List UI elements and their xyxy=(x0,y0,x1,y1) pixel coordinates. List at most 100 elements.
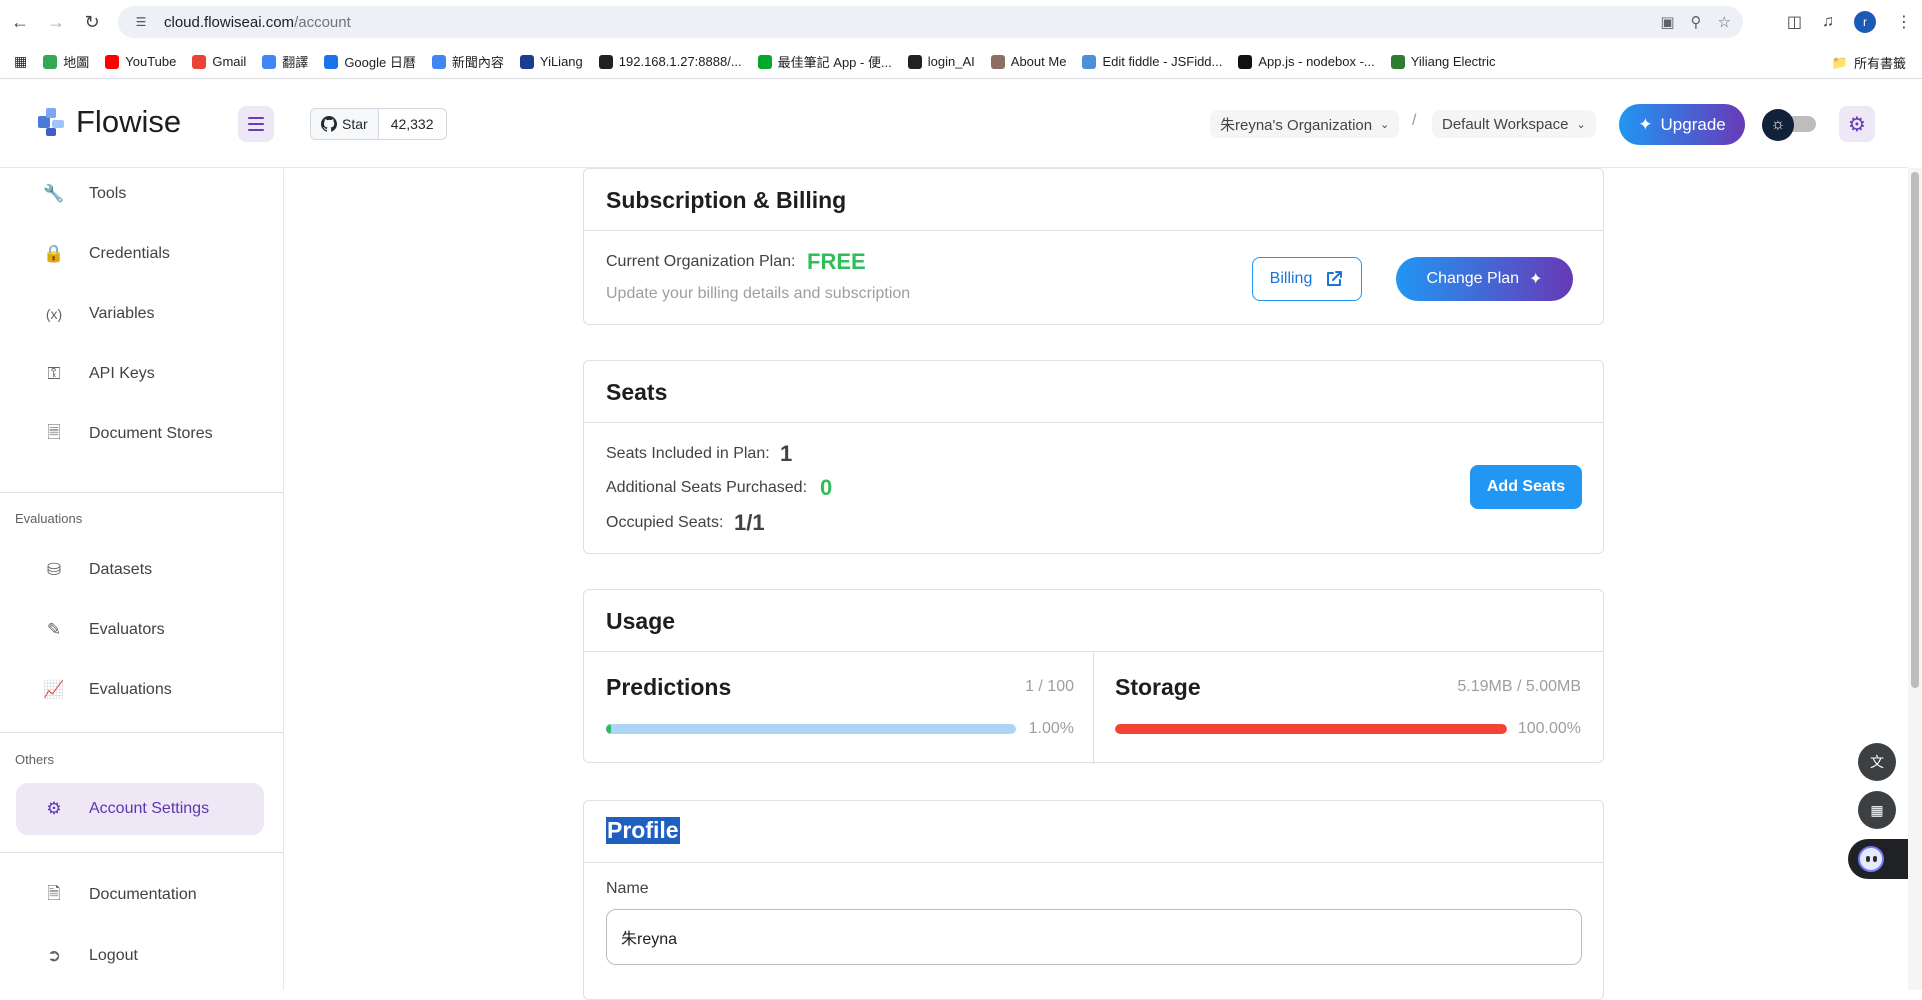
extensions-icon[interactable]: ◫ xyxy=(1787,12,1802,32)
upgrade-label: Upgrade xyxy=(1660,114,1726,134)
bookmark-item[interactable]: Gmail xyxy=(192,52,246,71)
address-bar[interactable]: ☰ cloud.flowiseai.com/account ▣ ⚲ ☆ xyxy=(118,6,1743,38)
sidebar-item-tools[interactable]: 🔧 Tools xyxy=(16,168,264,220)
reload-icon[interactable]: ↻ xyxy=(76,7,108,39)
url-host: cloud.flowiseai.com xyxy=(164,13,295,31)
bookmark-favicon-icon xyxy=(192,54,207,69)
predictions-percent: 1.00% xyxy=(1028,720,1074,737)
card-divider xyxy=(584,422,1603,423)
bookmark-item[interactable]: 最佳筆記 App - 便... xyxy=(757,52,892,71)
logout-icon: ➲ xyxy=(46,946,62,965)
wrench-icon: 🔧 xyxy=(43,184,65,203)
bookmark-label: App.js - nodebox -... xyxy=(1258,54,1375,69)
sparkles-icon: ✦ xyxy=(1638,114,1653,134)
bookmark-favicon-icon xyxy=(43,54,58,69)
sidebar-item-account-settings[interactable]: ⚙ Account Settings xyxy=(16,783,264,835)
theme-toggle[interactable]: ☼ xyxy=(1762,109,1818,141)
bookmarks-bar: ▦ 地圖 YouTube Gmail 翻譯 Google 日曆 新聞內容 YiLiang 19… xyxy=(0,45,1922,79)
browser-menu-icon[interactable]: ⋮ xyxy=(1896,12,1912,32)
bookmark-star-icon[interactable]: ☆ xyxy=(1718,13,1731,31)
flowise-logo[interactable]: Flowise xyxy=(36,104,181,140)
sidebar-item-credentials[interactable]: 🔒 Credentials xyxy=(16,228,264,280)
back-icon[interactable]: ← xyxy=(4,7,36,39)
sidebar: 🔧 Tools 🔒 Credentials (x) Variables ⚿ API Keys 🗏… xyxy=(0,169,284,990)
page-scrollbar[interactable] xyxy=(1908,168,1922,990)
bookmark-item[interactable]: 新聞內容 xyxy=(431,52,504,71)
bookmark-item[interactable]: 地圖 xyxy=(43,52,89,71)
upgrade-button[interactable]: ✦ Upgrade xyxy=(1619,104,1745,145)
bookmark-item[interactable]: App.js - nodebox -... xyxy=(1238,52,1375,71)
bookmark-favicon-icon xyxy=(757,54,772,69)
bookmark-label: Gmail xyxy=(212,54,247,69)
bookmark-label: Google 日曆 xyxy=(344,55,416,70)
all-bookmarks[interactable]: 📁 所有書籤 xyxy=(1832,53,1906,72)
usage-title: Usage xyxy=(606,608,676,634)
add-seats-button[interactable]: Add Seats xyxy=(1470,465,1582,509)
seats-additional-value: 0 xyxy=(820,475,833,500)
seats-included-value: 1 xyxy=(780,441,793,466)
bookmark-item[interactable]: 翻譯 xyxy=(262,52,308,71)
site-settings-icon[interactable]: ☰ xyxy=(132,13,150,31)
zoom-icon[interactable]: ⚲ xyxy=(1691,13,1702,31)
predictions-progress-bar xyxy=(606,724,1016,734)
storage-count: 5.19MB / 5.00MB xyxy=(1457,678,1581,695)
storage-progress-bar xyxy=(1115,724,1507,734)
sidebar-item-label: Evaluations xyxy=(89,681,172,698)
billing-title: Subscription & Billing xyxy=(606,187,847,213)
bookmark-item[interactable]: YouTube xyxy=(105,52,176,71)
storage-title: Storage xyxy=(1115,674,1201,700)
bookmark-item[interactable]: Yiliang Electric xyxy=(1390,52,1496,71)
bookmark-item[interactable]: login_AI xyxy=(907,52,975,71)
chevron-down-icon: ⌄ xyxy=(1380,118,1390,131)
chatbot-button[interactable] xyxy=(1848,839,1908,879)
billing-button[interactable]: Billing xyxy=(1252,257,1362,301)
breadcrumb-separator: / xyxy=(1412,112,1417,129)
bookmark-favicon-icon xyxy=(1082,54,1097,69)
sidebar-item-logout[interactable]: ➲ Logout xyxy=(16,930,264,982)
bookmark-label: login_AI xyxy=(927,54,975,69)
organization-selector[interactable]: 朱reyna's Organization ⌄ xyxy=(1210,110,1400,138)
workspace-name: Default Workspace xyxy=(1442,115,1569,133)
install-app-icon[interactable]: ▣ xyxy=(1660,13,1674,31)
sidebar-divider xyxy=(0,852,283,853)
translate-icon[interactable]: 文 xyxy=(1858,743,1896,781)
profile-avatar[interactable]: r xyxy=(1854,11,1876,33)
forward-icon[interactable]: → xyxy=(40,7,72,39)
sidebar-item-datasets[interactable]: ⛁ Datasets xyxy=(16,544,264,596)
bookmark-item[interactable]: Edit fiddle - JSFidd... xyxy=(1082,52,1222,71)
bookmark-item[interactable]: YiLiang xyxy=(519,52,583,71)
bookmark-favicon-icon xyxy=(519,54,534,69)
workspace-selector[interactable]: Default Workspace ⌄ xyxy=(1432,110,1596,138)
sidebar-item-label: Evaluators xyxy=(89,621,165,638)
sidebar-item-evaluators[interactable]: ✎ Evaluators xyxy=(16,604,264,656)
menu-toggle-button[interactable] xyxy=(238,106,274,142)
sidebar-item-documentation[interactable]: 🗎 Documentation xyxy=(16,869,264,921)
pen-icon: ✎ xyxy=(46,620,62,639)
change-plan-button[interactable]: Change Plan ✦ xyxy=(1396,257,1573,301)
card-divider xyxy=(584,230,1603,231)
github-star-button[interactable]: Star 42,332 xyxy=(310,108,447,140)
settings-gear-icon[interactable]: ⚙ xyxy=(1839,106,1875,142)
usage-divider xyxy=(1093,652,1094,764)
usage-card: Usage Predictions 1 / 100 1.00% Storage … xyxy=(583,589,1604,764)
storage-progress-fill xyxy=(1115,724,1507,734)
widget-grid-icon[interactable]: ▦ xyxy=(1858,791,1896,829)
url-path: /account xyxy=(294,13,351,31)
sidebar-item-document-stores[interactable]: 🗏 Document Stores xyxy=(16,408,264,460)
folder-icon: 📁 xyxy=(1831,54,1848,70)
predictions-title: Predictions xyxy=(606,674,732,700)
sidebar-item-api-keys[interactable]: ⚿ API Keys xyxy=(16,348,264,400)
billing-button-label: Billing xyxy=(1269,270,1313,287)
bookmark-favicon-icon xyxy=(1390,54,1405,69)
name-field[interactable]: 朱reyna xyxy=(606,909,1582,965)
bookmark-item[interactable]: About Me xyxy=(990,52,1066,71)
sidebar-item-variables[interactable]: (x) Variables xyxy=(16,288,264,340)
sidebar-item-evaluations[interactable]: 📈 Evaluations xyxy=(16,664,264,716)
media-control-icon[interactable]: ♫ xyxy=(1822,13,1834,31)
bookmark-item[interactable]: 192.168.1.27:8888/... xyxy=(598,52,742,71)
bookmark-label: 最佳筆記 App - 便... xyxy=(777,55,892,70)
bookmark-item[interactable]: Google 日曆 xyxy=(324,52,416,71)
apps-grid-icon[interactable]: ▦ xyxy=(14,53,27,70)
scrollbar-thumb[interactable] xyxy=(1911,172,1919,688)
seats-included-label: Seats Included in Plan: xyxy=(606,445,770,462)
